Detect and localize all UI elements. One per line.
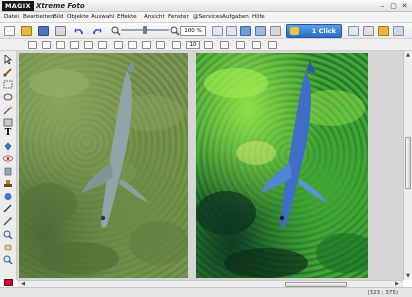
brush-size-field[interactable]: 10 bbox=[186, 41, 200, 49]
main-toolbar: 100 % 1 Click bbox=[0, 23, 412, 39]
one-click-label: 1 Click bbox=[311, 27, 336, 35]
open-folder-icon[interactable] bbox=[21, 26, 32, 36]
view-mode-icon[interactable] bbox=[226, 26, 237, 36]
option-apply-icon[interactable] bbox=[252, 41, 261, 49]
effects-icon[interactable] bbox=[348, 26, 359, 36]
menu-auswahl[interactable]: Auswahl bbox=[91, 13, 114, 22]
option-transform-icon[interactable] bbox=[98, 41, 107, 49]
menu-hilfe[interactable]: Hilfe bbox=[252, 13, 265, 22]
option-mode-icon[interactable] bbox=[114, 41, 123, 49]
menu-ansicht[interactable]: Ansicht bbox=[144, 13, 165, 22]
redo-icon[interactable] bbox=[91, 26, 103, 36]
stamp-icon[interactable] bbox=[3, 179, 13, 188]
selection-icon[interactable] bbox=[3, 80, 13, 89]
export-icon[interactable] bbox=[378, 26, 389, 36]
zoom-field[interactable]: 100 % bbox=[180, 26, 206, 36]
new-file-icon[interactable] bbox=[4, 26, 15, 36]
clone-icon[interactable] bbox=[3, 167, 13, 176]
image-canvas[interactable] bbox=[17, 51, 403, 280]
option-copy-icon[interactable] bbox=[56, 41, 65, 49]
picker-icon[interactable] bbox=[3, 217, 13, 226]
minimize-button[interactable]: – bbox=[378, 2, 387, 10]
tool-options-bar: 10 bbox=[0, 39, 412, 51]
undo-icon[interactable] bbox=[73, 26, 85, 36]
option-move-icon[interactable] bbox=[42, 41, 51, 49]
enhanced-photo[interactable] bbox=[196, 53, 368, 278]
menu-datei[interactable]: Datei bbox=[4, 13, 19, 22]
option-flip-icon[interactable] bbox=[84, 41, 93, 49]
save-icon[interactable] bbox=[38, 26, 49, 36]
menu-bearbeiten[interactable]: Bearbeiten bbox=[23, 13, 54, 22]
zoom-tool-icon[interactable] bbox=[3, 230, 13, 239]
fit-window-icon[interactable] bbox=[212, 26, 223, 36]
original-photo[interactable] bbox=[19, 53, 188, 278]
menu-fenster[interactable]: Fenster bbox=[168, 13, 189, 22]
menu-effekte[interactable]: Effekte bbox=[117, 13, 137, 22]
wand-icon[interactable] bbox=[3, 106, 13, 115]
zoom-in-icon[interactable] bbox=[170, 26, 180, 36]
maximize-button[interactable]: ▢ bbox=[389, 2, 398, 10]
scroll-up-arrow-icon[interactable]: ▲ bbox=[404, 51, 412, 59]
pointer-icon[interactable] bbox=[3, 55, 13, 64]
shape-icon[interactable] bbox=[3, 192, 13, 201]
magnify-icon[interactable] bbox=[3, 255, 13, 264]
foreground-color-swatch[interactable] bbox=[4, 279, 13, 286]
menu-objekte[interactable]: Objekte bbox=[67, 13, 89, 22]
text-icon[interactable]: T bbox=[3, 129, 13, 138]
app-logo: MAGIX bbox=[2, 1, 34, 11]
crop-icon[interactable] bbox=[3, 118, 13, 127]
layers-icon[interactable] bbox=[255, 26, 266, 36]
option-lock-icon[interactable] bbox=[220, 41, 229, 49]
option-rotate-icon[interactable] bbox=[70, 41, 79, 49]
print-icon[interactable] bbox=[55, 26, 66, 36]
pen-icon[interactable] bbox=[3, 204, 13, 213]
eye-icon[interactable] bbox=[3, 154, 13, 163]
vertical-scrollbar[interactable]: ▲ ▼ bbox=[403, 51, 412, 280]
menu-bar: Datei Bearbeiten Bild Objekte Auswahl Ef… bbox=[0, 12, 412, 23]
option-link-icon[interactable] bbox=[128, 41, 137, 49]
one-click-icon bbox=[290, 27, 299, 35]
option-select-icon[interactable] bbox=[28, 41, 37, 49]
option-brush-icon[interactable] bbox=[172, 41, 181, 49]
zoom-out-icon[interactable] bbox=[111, 26, 121, 36]
status-bar: (323 ; 375) bbox=[0, 287, 412, 297]
gallery-icon[interactable] bbox=[240, 26, 251, 36]
option-refresh-icon[interactable] bbox=[236, 41, 245, 49]
option-grid-icon[interactable] bbox=[156, 41, 165, 49]
fish-figure bbox=[81, 61, 149, 228]
close-button[interactable]: ✕ bbox=[400, 2, 409, 10]
brush-icon[interactable] bbox=[3, 68, 13, 77]
vertical-scroll-thumb[interactable] bbox=[405, 137, 411, 189]
menu-bild[interactable]: Bild bbox=[53, 13, 64, 22]
zoom-slider-handle[interactable] bbox=[143, 26, 147, 34]
menu-aufgaben[interactable]: Aufgaben bbox=[222, 13, 249, 22]
horizontal-scrollbar[interactable]: ◀ ▶ bbox=[17, 280, 403, 287]
settings-icon[interactable] bbox=[363, 26, 374, 36]
scroll-down-arrow-icon[interactable]: ▼ bbox=[404, 272, 412, 280]
option-cancel-icon[interactable] bbox=[268, 41, 277, 49]
title-bar: MAGIX Xtreme Foto – ▢ ✕ bbox=[0, 0, 412, 12]
option-align-icon[interactable] bbox=[142, 41, 151, 49]
lasso-icon[interactable] bbox=[3, 93, 13, 102]
hand-icon[interactable] bbox=[3, 242, 13, 251]
option-hardness-icon[interactable] bbox=[204, 41, 213, 49]
cursor-coordinates: (323 ; 375) bbox=[367, 290, 398, 296]
help-icon[interactable] bbox=[393, 26, 404, 36]
one-click-button[interactable]: 1 Click bbox=[286, 24, 342, 38]
compare-icon[interactable] bbox=[270, 26, 281, 36]
fish-figure-enhanced bbox=[260, 61, 328, 228]
fill-icon[interactable] bbox=[3, 142, 13, 151]
menu-services[interactable]: @Services bbox=[193, 13, 222, 22]
app-title: Xtreme Foto bbox=[36, 2, 85, 10]
tool-palette: T bbox=[0, 51, 17, 286]
